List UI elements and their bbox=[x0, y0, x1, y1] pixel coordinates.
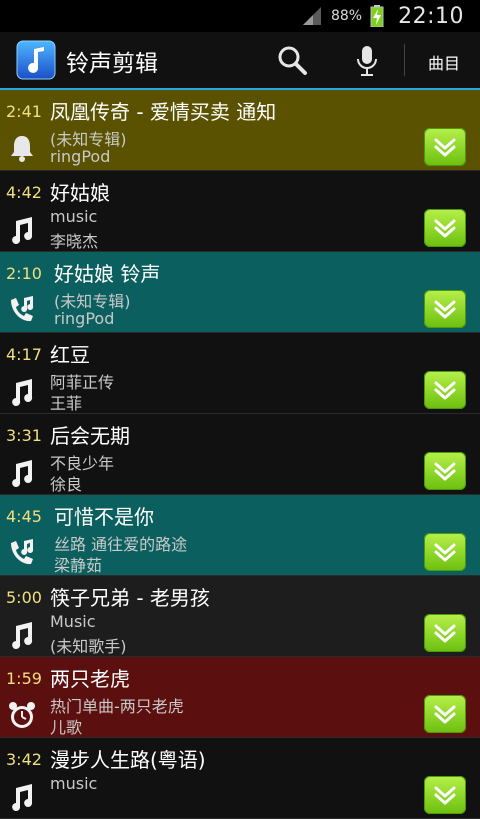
app-title: 铃声剪辑 bbox=[66, 51, 158, 77]
song-duration: 4:42 bbox=[6, 183, 42, 202]
song-duration: 1:59 bbox=[6, 669, 42, 688]
expand-options-button[interactable] bbox=[424, 128, 466, 166]
expand-options-button[interactable] bbox=[424, 452, 466, 490]
expand-options-button[interactable] bbox=[424, 290, 466, 328]
song-title: 筷子兄弟 - 老男孩 bbox=[50, 586, 210, 610]
expand-options-button[interactable] bbox=[424, 209, 466, 247]
music-note-icon bbox=[6, 375, 38, 407]
status-clock: 22:10 bbox=[398, 3, 464, 29]
action-bar: 铃声剪辑 曲目 bbox=[0, 32, 480, 90]
song-artist: 儿歌 bbox=[50, 718, 83, 737]
music-note-icon bbox=[6, 618, 38, 650]
song-artist: 梁静茹 bbox=[54, 556, 103, 575]
song-album: music bbox=[50, 207, 98, 226]
song-title: 凤凰传奇 - 爱情买卖 通知 bbox=[50, 100, 277, 124]
song-row[interactable]: 3:42 漫步人生路(粤语) music bbox=[0, 738, 480, 819]
music-note-icon bbox=[6, 213, 38, 245]
chevron-double-down-icon bbox=[432, 701, 458, 727]
battery-charging-icon bbox=[370, 5, 384, 27]
battery-percent: 88% bbox=[330, 8, 363, 24]
search-icon[interactable] bbox=[276, 44, 308, 76]
song-row[interactable]: 1:59 两只老虎 热门单曲-两只老虎 儿歌 bbox=[0, 657, 480, 738]
song-artist: ringPod bbox=[54, 309, 115, 328]
phone-ringtone-icon bbox=[6, 537, 38, 569]
song-title: 好姑娘 bbox=[50, 181, 110, 205]
status-indicators: 88% 22:10 bbox=[301, 0, 464, 32]
song-album: Music bbox=[50, 612, 96, 631]
bell-icon bbox=[6, 132, 38, 164]
song-title: 红豆 bbox=[50, 343, 90, 367]
song-row[interactable]: 4:45 可惜不是你 丝路 通往爱的路途 梁静茹 bbox=[0, 495, 480, 576]
music-note-icon bbox=[6, 456, 38, 488]
song-album: music bbox=[50, 774, 98, 793]
songs-tab-button[interactable]: 曲目 bbox=[416, 50, 472, 74]
song-duration: 2:41 bbox=[6, 102, 42, 121]
app-music-icon[interactable] bbox=[16, 40, 56, 80]
expand-options-button[interactable] bbox=[424, 776, 466, 814]
phone-ringtone-icon bbox=[6, 294, 38, 326]
song-duration: 2:10 bbox=[6, 264, 42, 283]
song-artist: 徐良 bbox=[50, 475, 83, 494]
song-duration: 3:42 bbox=[6, 750, 42, 769]
song-artist: 王菲 bbox=[50, 394, 83, 413]
music-note-icon bbox=[6, 780, 38, 812]
song-row[interactable]: 4:42 好姑娘 music 李晓杰 bbox=[0, 171, 480, 252]
chevron-double-down-icon bbox=[432, 782, 458, 808]
song-duration: 5:00 bbox=[6, 588, 42, 607]
song-title: 好姑娘 铃声 bbox=[54, 262, 161, 286]
song-artist: (未知歌手) bbox=[50, 637, 127, 656]
mic-icon[interactable] bbox=[352, 44, 382, 78]
chevron-double-down-icon bbox=[432, 134, 458, 160]
song-duration: 4:45 bbox=[6, 507, 42, 526]
song-duration: 4:17 bbox=[6, 345, 42, 364]
song-row[interactable]: 5:00 筷子兄弟 - 老男孩 Music (未知歌手) bbox=[0, 576, 480, 657]
song-title: 后会无期 bbox=[50, 424, 130, 448]
song-duration: 3:31 bbox=[6, 426, 42, 445]
alarm-clock-icon bbox=[6, 699, 38, 731]
chevron-double-down-icon bbox=[432, 620, 458, 646]
signal-icon bbox=[302, 7, 321, 25]
expand-options-button[interactable] bbox=[424, 614, 466, 652]
song-row[interactable]: 2:10 好姑娘 铃声 (未知专辑) ringPod bbox=[0, 252, 480, 333]
chevron-double-down-icon bbox=[432, 296, 458, 322]
song-row[interactable]: 4:17 红豆 阿菲正传 王菲 bbox=[0, 333, 480, 414]
song-artist: ringPod bbox=[50, 147, 111, 166]
status-bar: 88% 22:10 bbox=[0, 0, 480, 32]
song-list: 2:41 凤凰传奇 - 爱情买卖 通知 (未知专辑) ringPod 4:42 好姑娘 mu… bbox=[0, 90, 480, 819]
expand-options-button[interactable] bbox=[424, 695, 466, 733]
song-row[interactable]: 3:31 后会无期 不良少年 徐良 bbox=[0, 414, 480, 495]
chevron-double-down-icon bbox=[432, 458, 458, 484]
song-row[interactable]: 2:41 凤凰传奇 - 爱情买卖 通知 (未知专辑) ringPod bbox=[0, 90, 480, 171]
action-bar-divider bbox=[404, 44, 405, 76]
chevron-double-down-icon bbox=[432, 377, 458, 403]
expand-options-button[interactable] bbox=[424, 533, 466, 571]
song-artist: 李晓杰 bbox=[50, 232, 99, 251]
song-title: 漫步人生路(粤语) bbox=[50, 748, 206, 772]
chevron-double-down-icon bbox=[432, 539, 458, 565]
chevron-double-down-icon bbox=[432, 215, 458, 241]
expand-options-button[interactable] bbox=[424, 371, 466, 409]
song-title: 两只老虎 bbox=[50, 667, 130, 691]
song-title: 可惜不是你 bbox=[54, 505, 154, 529]
